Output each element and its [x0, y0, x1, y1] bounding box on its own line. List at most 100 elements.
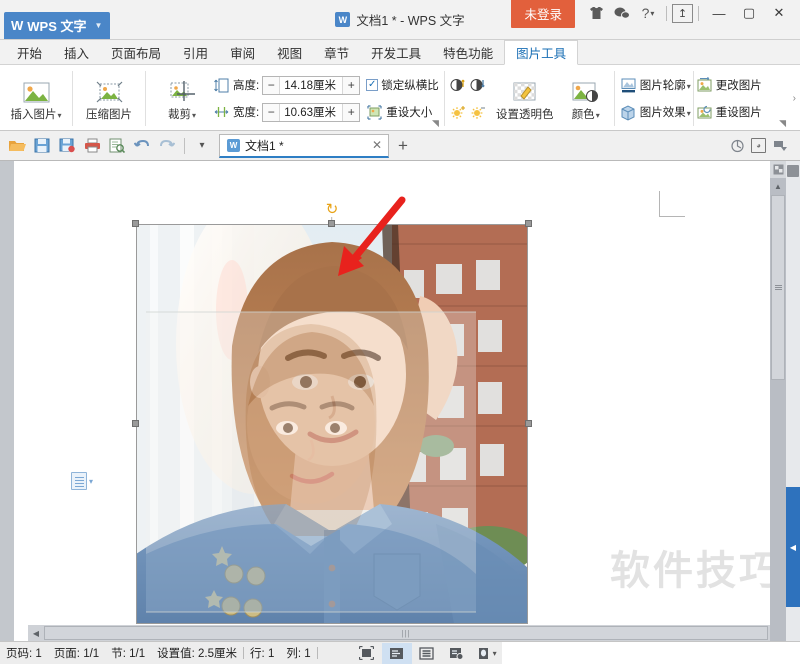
- print-icon[interactable]: [80, 134, 104, 158]
- tab-review[interactable]: 审阅: [219, 40, 266, 64]
- fullscreen-view-button[interactable]: [352, 643, 382, 664]
- compress-picture-label: 压缩图片: [86, 108, 132, 121]
- crop-button[interactable]: 裁剪▾: [151, 67, 213, 130]
- quick-access-more-button[interactable]: ▾: [190, 134, 214, 158]
- width-stepper[interactable]: − 10.63厘米 +: [262, 102, 361, 122]
- fullscreen-glyph: [359, 646, 375, 660]
- undo-icon[interactable]: [130, 134, 154, 158]
- document-tab[interactable]: 文档1 * ✕: [219, 133, 389, 158]
- close-tab-icon[interactable]: ✕: [372, 138, 382, 152]
- insert-picture-button[interactable]: 插入图片▾: [5, 67, 67, 130]
- picture-outline-row[interactable]: 图片轮廓▾: [620, 73, 691, 97]
- size-dialog-launcher[interactable]: ◥: [432, 118, 439, 129]
- app-menu-tab[interactable]: W WPS 文字 ▼: [4, 12, 111, 39]
- divider: [184, 137, 185, 154]
- select-browse-object-icon[interactable]: [770, 161, 786, 178]
- open-icon[interactable]: [5, 134, 29, 158]
- login-button[interactable]: 未登录: [511, 0, 575, 28]
- decrease-brightness-icon[interactable]: [470, 104, 487, 121]
- status-column: 列: 1: [286, 648, 311, 660]
- reading-layout-button[interactable]: ▾: [472, 643, 502, 664]
- height-stepper[interactable]: − 14.18厘米 +: [262, 75, 361, 95]
- paste-options-button[interactable]: ▾: [71, 472, 93, 490]
- set-transparent-color-button[interactable]: 设置透明色: [487, 67, 563, 130]
- horizontal-scrollbar[interactable]: ◀ |||: [28, 625, 770, 641]
- change-picture-row[interactable]: 更改图片: [696, 73, 762, 97]
- tab-view[interactable]: 视图: [266, 40, 313, 64]
- scroll-left-button[interactable]: ◀: [28, 625, 44, 641]
- rotate-handle[interactable]: ↻: [326, 202, 339, 217]
- width-decrement[interactable]: −: [263, 103, 281, 121]
- selected-picture[interactable]: ↻: [132, 202, 532, 624]
- lock-aspect-row[interactable]: ✓ 锁定纵横比: [366, 73, 439, 97]
- task-pane-expand-button[interactable]: ◀: [786, 487, 800, 607]
- tab-special-features[interactable]: 特色功能: [432, 40, 504, 64]
- insert-picture-label: 插入图片▾: [10, 108, 62, 121]
- page-layout-view-button[interactable]: [381, 642, 412, 664]
- vertical-scrollbar[interactable]: ▲: [770, 161, 786, 641]
- reset-size-row[interactable]: 重设大小: [366, 100, 439, 124]
- document-tab-label: 文档1 *: [245, 138, 284, 153]
- maximize-button[interactable]: ▢: [734, 0, 764, 26]
- tab-developer-tools[interactable]: 开发工具: [360, 40, 432, 64]
- tab-sections[interactable]: 章节: [313, 40, 360, 64]
- feedback-icon[interactable]: [609, 0, 635, 26]
- cloud-sync-icon[interactable]: [725, 134, 749, 158]
- vertical-scroll-thumb[interactable]: [771, 195, 785, 380]
- contrast-row: [450, 73, 487, 97]
- compress-picture-button[interactable]: 压缩图片: [78, 67, 140, 130]
- reset-picture-row[interactable]: 重设图片: [696, 100, 762, 124]
- tab-picture-tools[interactable]: 图片工具: [504, 40, 579, 65]
- print-preview-icon[interactable]: [105, 134, 129, 158]
- save-as-icon[interactable]: [55, 134, 79, 158]
- height-decrement[interactable]: −: [263, 76, 281, 94]
- tab-page-layout[interactable]: 页面布局: [100, 40, 172, 64]
- open-folder-glyph: [9, 141, 26, 151]
- status-bar: 页码: 1 页面: 1/1 节: 1/1 设置值: 2.5厘米 行: 1 列: …: [0, 641, 800, 664]
- chevron-down-icon[interactable]: ▼: [95, 21, 103, 30]
- task-pane-icon[interactable]: [787, 165, 799, 177]
- lock-aspect-checkbox[interactable]: ✓: [366, 79, 379, 91]
- width-increment[interactable]: +: [342, 103, 360, 121]
- height-increment[interactable]: +: [342, 76, 360, 94]
- styles-dialog-launcher[interactable]: ◥: [779, 118, 786, 129]
- height-value[interactable]: 14.18厘米: [280, 77, 342, 94]
- share-upload-icon[interactable]: ↥: [672, 3, 693, 23]
- resize-handle-w[interactable]: [132, 420, 139, 427]
- minimize-button[interactable]: —: [704, 0, 734, 26]
- chevron-right-icon[interactable]: ›: [793, 93, 796, 104]
- chevron-down-icon[interactable]: ▾: [493, 649, 497, 658]
- resize-handle-n[interactable]: [328, 220, 335, 227]
- tab-bar-right-actions: ◕: [725, 134, 800, 158]
- width-value[interactable]: 10.63厘米: [280, 104, 342, 121]
- document-page[interactable]: ↻ ▾ 软件技巧: [14, 161, 800, 641]
- outline-view-button[interactable]: [412, 643, 442, 664]
- task-pane-toggle-rail[interactable]: ◀: [786, 161, 800, 641]
- tab-references[interactable]: 引用: [172, 40, 219, 64]
- help-icon[interactable]: ? ▾: [635, 0, 661, 26]
- tab-start[interactable]: 开始: [6, 40, 53, 64]
- scroll-up-button[interactable]: ▲: [770, 178, 786, 194]
- increase-contrast-icon[interactable]: [450, 77, 467, 94]
- web-view-button[interactable]: [442, 643, 472, 664]
- redo-icon[interactable]: [155, 134, 179, 158]
- new-tab-button[interactable]: +: [398, 136, 408, 156]
- document-canvas[interactable]: ↻ ▾ 软件技巧 ▲ ◀ ◀ |||: [14, 161, 800, 641]
- tab-insert[interactable]: 插入: [53, 40, 100, 64]
- color-button[interactable]: 颜色▾: [563, 67, 609, 130]
- resize-handle-e[interactable]: [525, 420, 532, 427]
- decrease-contrast-icon[interactable]: [470, 77, 487, 94]
- increase-brightness-icon[interactable]: [450, 104, 467, 121]
- resize-handle-ne[interactable]: [525, 220, 532, 227]
- close-button[interactable]: ✕: [764, 0, 794, 26]
- picture-effects-row[interactable]: 图片效果▾: [620, 100, 691, 124]
- horizontal-scroll-thumb[interactable]: |||: [44, 626, 768, 640]
- ribbon-overflow[interactable]: ›: [793, 67, 800, 130]
- tab-options-icon[interactable]: [768, 134, 792, 158]
- document-tab-icon: [227, 138, 240, 152]
- shirt-icon[interactable]: [583, 0, 609, 26]
- paste-options-caret-icon[interactable]: ▾: [89, 477, 93, 486]
- save-icon[interactable]: [30, 134, 54, 158]
- resize-handle-nw[interactable]: [132, 220, 139, 227]
- history-icon[interactable]: ◕: [751, 138, 766, 153]
